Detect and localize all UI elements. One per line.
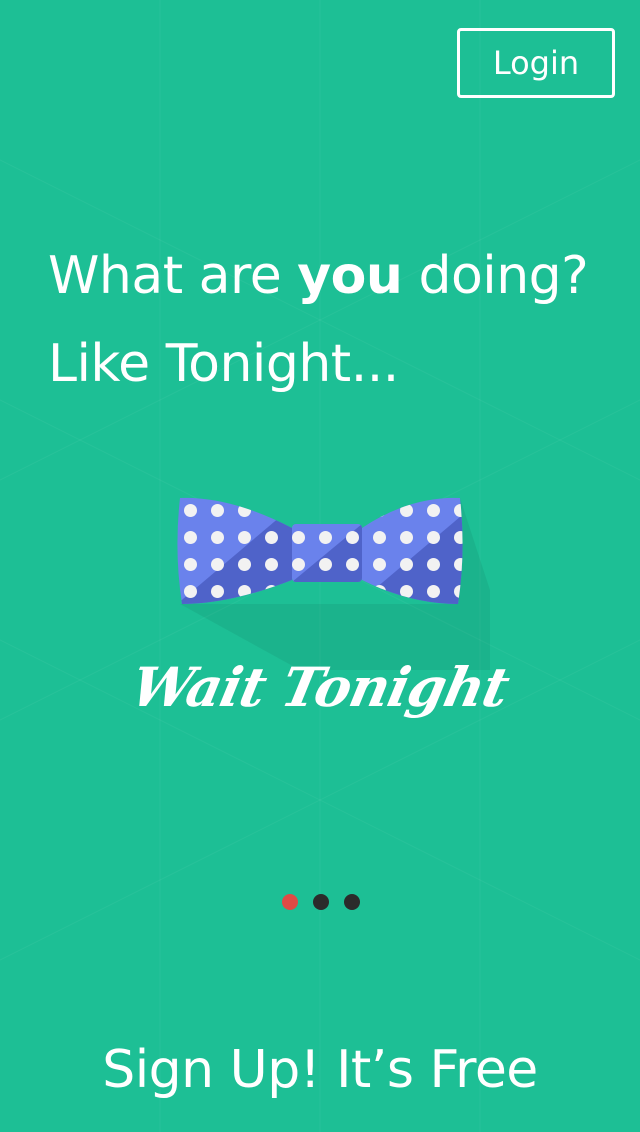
headline: What are you doing? Like Tonight... [48,232,628,408]
page-indicator-dot-3[interactable] [344,894,360,910]
headline-line-1: What are you doing? [48,246,589,306]
page-indicator-dot-2[interactable] [313,894,329,910]
signup-button[interactable]: Sign Up! It’s Free [0,1040,640,1100]
page-indicator [282,894,360,910]
login-button[interactable]: Login [457,28,615,98]
headline-line-2: Like Tonight... [48,334,399,394]
bow-tie-icon [150,470,490,674]
brand-logo-text: Wait Tonight [125,655,515,719]
page-indicator-dot-1[interactable] [282,894,298,910]
